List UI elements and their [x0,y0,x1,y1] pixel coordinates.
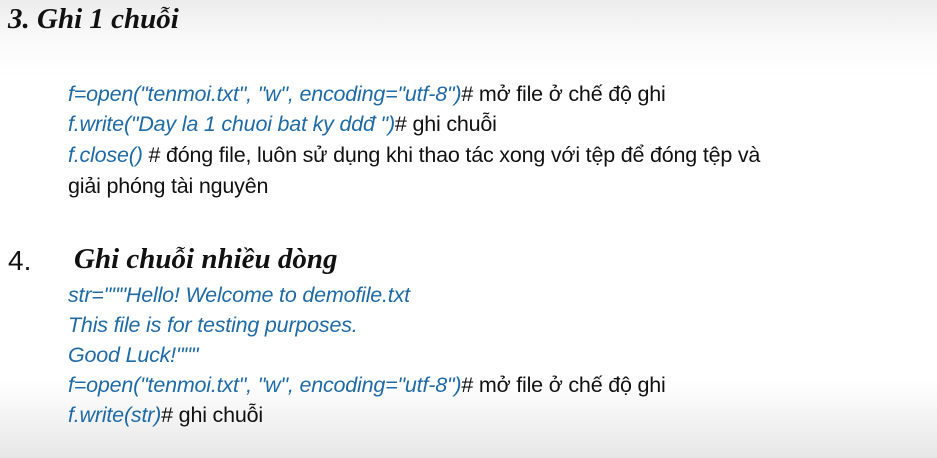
code-text: This file is for testing purposes. [68,313,358,337]
code-text: f=open("tenmoi.txt", "w", encoding="utf-… [68,373,462,397]
code-text: str="""Hello! Welcome to demofile.txt [68,283,410,307]
comment-text: giải phóng tài nguyên [68,174,269,198]
code-line: f.write("Day la 1 chuoi bat ky ddđ ")# g… [68,112,497,137]
comment-text: # ghi chuỗi [394,112,497,136]
section-4-number: 4. [8,245,32,276]
code-line: Good Luck!""" [68,343,198,368]
code-text: f=open("tenmoi.txt", "w", encoding="utf-… [68,82,462,106]
code-line: str="""Hello! Welcome to demofile.txt [68,283,410,308]
comment-text: # ghi chuỗi [161,403,263,427]
code-line: This file is for testing purposes. [68,313,358,338]
code-line: f=open("tenmoi.txt", "w", encoding="utf-… [68,373,666,398]
comment-text: # mở file ở chế độ ghi [461,82,666,106]
code-text: f.write(str) [68,403,162,427]
section-3-heading: 3. Ghi 1 chuỗi [8,3,179,35]
section-4-heading: Ghi chuỗi nhiều dòng [74,243,338,275]
code-line: f.close() # đóng file, luôn sử dụng khi … [68,143,760,168]
code-text: f.write("Day la 1 chuoi bat ky ddđ ") [68,112,395,136]
code-line: f=open("tenmoi.txt", "w", encoding="utf-… [68,82,666,107]
comment-text: # mở file ở chế độ ghi [461,373,666,397]
code-text: Good Luck!""" [68,343,199,367]
code-line: giải phóng tài nguyên [68,174,268,199]
code-text: f.close() [68,143,143,167]
code-line: f.write(str)# ghi chuỗi [68,403,263,428]
comment-text: # đóng file, luôn sử dụng khi thao tác x… [142,143,761,167]
